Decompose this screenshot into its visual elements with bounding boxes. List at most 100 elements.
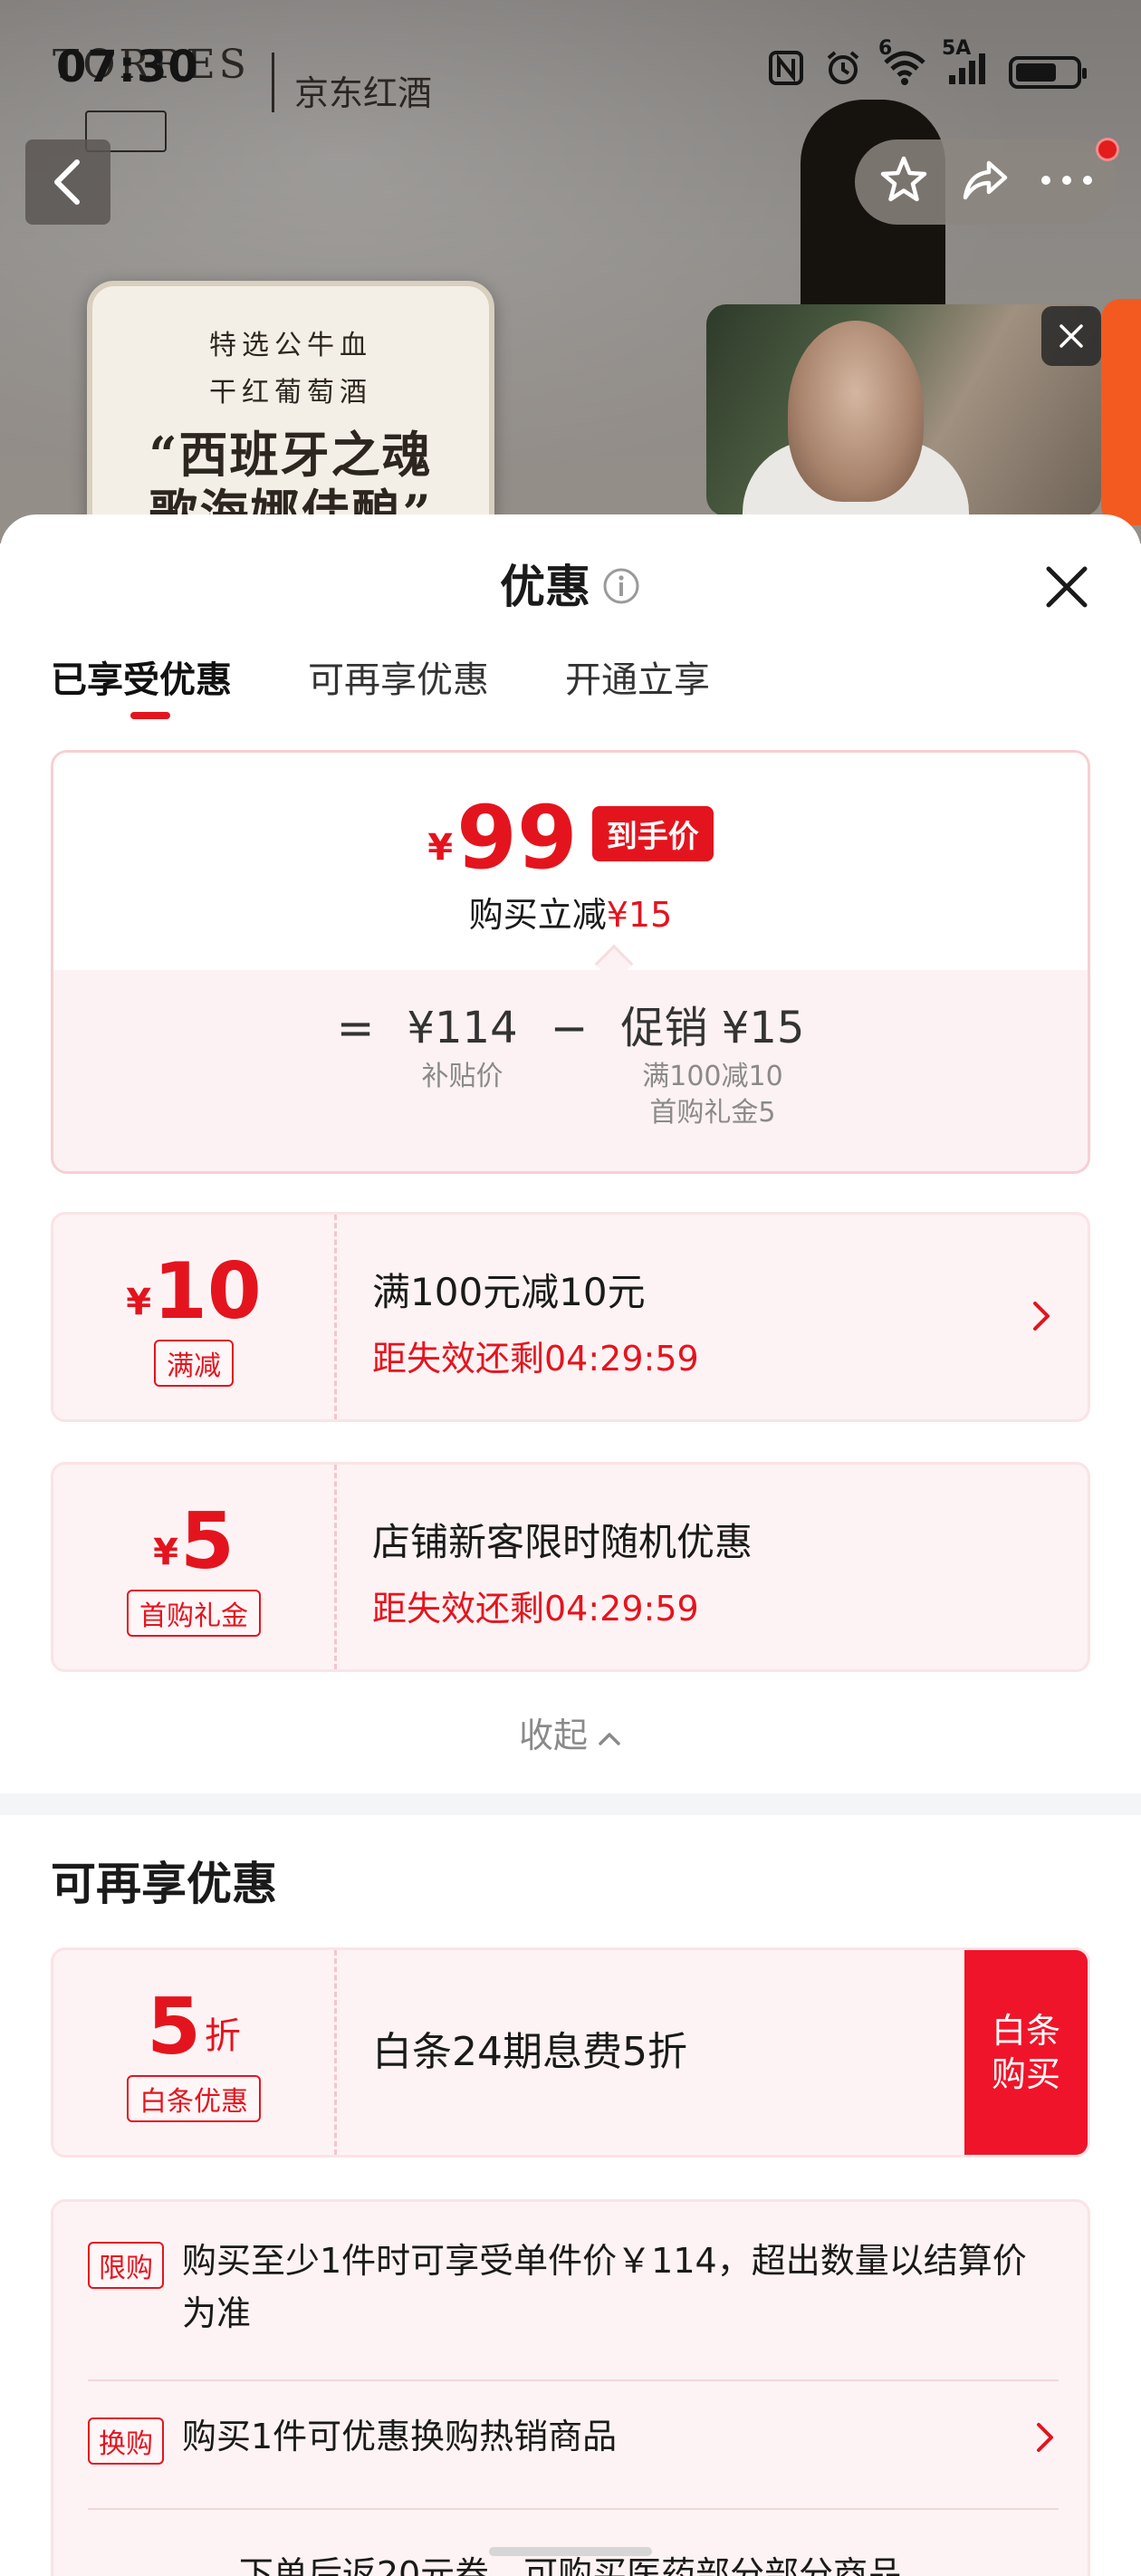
label-line-1: 特选公牛血 bbox=[209, 330, 372, 361]
coupon-title: 满100元减10元 bbox=[372, 1270, 646, 1314]
final-price: 99 bbox=[456, 787, 578, 889]
side-float-tab[interactable] bbox=[1101, 299, 1141, 525]
coupon-value-block: 5 折 白条优惠 bbox=[53, 1950, 334, 2155]
coupon-amount: ¥ 10 bbox=[53, 1251, 334, 1332]
coupon-value-block: ¥ 5 首购礼金 bbox=[53, 1465, 334, 1669]
share-icon[interactable] bbox=[958, 154, 1011, 210]
close-icon bbox=[1046, 566, 1088, 608]
rule-item-exchange[interactable]: 换购 购买1件可优惠换购热销商品 bbox=[88, 2410, 1059, 2465]
promo-column: 促销 ¥15 满100减10 首购礼金5 bbox=[621, 997, 805, 1131]
purchase-rules-box: 限购 购买至少1件时可享受单件价￥114，超出数量以结算价为准 换购 购买1件可… bbox=[51, 2199, 1090, 2576]
video-close-button[interactable] bbox=[1041, 306, 1101, 366]
close-icon bbox=[1060, 324, 1083, 348]
wifi-icon: 6 bbox=[878, 37, 927, 94]
brand-store-name: 京东红酒 bbox=[293, 73, 432, 113]
back-button[interactable] bbox=[25, 139, 110, 225]
rule-tag: 换购 bbox=[88, 2417, 164, 2465]
wifi-badge: 6 bbox=[878, 37, 893, 60]
baitiao-buy-button[interactable]: 白条购买 bbox=[964, 1950, 1088, 2155]
rule-tag: 限购 bbox=[88, 2242, 164, 2289]
coupon-amount: ¥ 5 bbox=[53, 1501, 334, 1582]
tab-more-available[interactable]: 可再享优惠 bbox=[308, 650, 489, 710]
coupon-countdown: 距失效还剩04:29:59 bbox=[372, 1589, 699, 1629]
instant-reduce-label: 购买立减 bbox=[468, 895, 607, 935]
rule-text: 购买至少1件时可享受单件价￥114，超出数量以结算价为准 bbox=[182, 2241, 1027, 2333]
signal-icon: 5A bbox=[942, 37, 989, 94]
coupon-value-block: ¥ 10 满减 bbox=[53, 1215, 334, 1419]
coupon-card-full-reduction[interactable]: ¥ 10 满减 满100元减10元 距失效还剩04:29:59 bbox=[51, 1212, 1090, 1422]
product-image-area: TORRES 京东红酒 07:30 6 5A 特选公牛血 干红葡萄酒 “西班牙之… bbox=[0, 0, 1141, 543]
promo-detail-2: 首购礼金5 bbox=[649, 1097, 776, 1129]
home-indicator[interactable] bbox=[489, 2547, 652, 2556]
sheet-title: 优惠 bbox=[500, 561, 590, 613]
instant-reduce-text: 购买立减¥15 bbox=[53, 887, 1088, 937]
chevron-right-icon[interactable] bbox=[1035, 2419, 1057, 2459]
baitiao-offer-title: 白条24期息费5折 bbox=[372, 2029, 687, 2075]
subsidy-label: 补贴价 bbox=[421, 1061, 503, 1092]
video-person-face bbox=[788, 321, 924, 502]
coupon-type-badge: 满减 bbox=[154, 1340, 234, 1387]
price-summary-card: ¥ 99 到手价 购买立减¥15 = ¥114 补贴价 − 促销 ¥15 满10… bbox=[51, 750, 1090, 1174]
status-icons: 6 5A bbox=[768, 37, 1087, 95]
coupon-countdown: 距失效还剩04:29:59 bbox=[372, 1339, 699, 1379]
rule-item-limit: 限购 购买至少1件时可享受单件价￥114，超出数量以结算价为准 bbox=[88, 2235, 1059, 2340]
promo-detail-1: 满100减10 bbox=[642, 1061, 783, 1092]
label-line-2: 干红葡萄酒 bbox=[209, 377, 372, 409]
coupon-dashed-divider bbox=[334, 1950, 337, 2155]
network-type: 5A bbox=[942, 37, 972, 60]
coupon-currency: ¥ bbox=[126, 1282, 152, 1323]
currency-symbol: ¥ bbox=[427, 827, 454, 869]
coupon-card-first-purchase[interactable]: ¥ 5 首购礼金 店铺新客限时随机优惠 距失效还剩04:29:59 bbox=[51, 1462, 1090, 1672]
coupon-amount: 5 折 bbox=[53, 1986, 334, 2068]
discount-unit: 折 bbox=[204, 2015, 241, 2057]
sheet-header: 优惠 bbox=[0, 551, 1141, 623]
rule-divider bbox=[88, 2379, 1059, 2381]
status-time: 07:30 bbox=[56, 42, 199, 92]
final-price-row: ¥ 99 到手价 bbox=[53, 794, 1088, 881]
collapse-toggle[interactable]: 收起 bbox=[0, 1710, 1141, 1761]
final-price-section: ¥ 99 到手价 购买立减¥15 bbox=[53, 753, 1088, 970]
collapse-label: 收起 bbox=[518, 1716, 588, 1755]
chevron-right-icon[interactable] bbox=[1031, 1298, 1053, 1338]
price-formula: = ¥114 补贴价 − 促销 ¥15 满100减10 首购礼金5 bbox=[53, 997, 1088, 1131]
label-line-3: “西班牙之魂 bbox=[149, 426, 433, 484]
discount-tabs: 已享受优惠 可再享优惠 开通立享 bbox=[51, 650, 710, 723]
rule-text: 购买1件可优惠换购热销商品 bbox=[182, 2417, 618, 2456]
subsidy-column: ¥114 补贴价 bbox=[407, 997, 517, 1095]
battery-icon bbox=[1009, 55, 1087, 89]
coupon-amount-value: 10 bbox=[153, 1246, 262, 1337]
favorite-star-icon[interactable] bbox=[877, 154, 930, 210]
promo-value: 促销 ¥15 bbox=[620, 1003, 805, 1053]
coupon-dashed-divider bbox=[334, 1465, 337, 1669]
chevron-left-icon bbox=[54, 159, 80, 205]
brand-divider bbox=[271, 53, 274, 112]
final-price-badge: 到手价 bbox=[591, 806, 714, 861]
coupon-dashed-divider bbox=[334, 1215, 337, 1419]
tab-enjoyed[interactable]: 已享受优惠 bbox=[51, 650, 232, 719]
coupon-currency: ¥ bbox=[153, 1532, 178, 1573]
sheet-close-button[interactable] bbox=[1041, 562, 1092, 612]
nfc-icon bbox=[768, 50, 804, 94]
chevron-up-icon bbox=[597, 1710, 622, 1761]
price-formula-section: = ¥114 补贴价 − 促销 ¥15 满100减10 首购礼金5 bbox=[53, 970, 1088, 1171]
instant-reduce-value: ¥15 bbox=[606, 895, 673, 935]
coupon-amount-value: 5 bbox=[180, 1496, 235, 1587]
subsidy-price: ¥114 bbox=[407, 1003, 518, 1053]
section-separator bbox=[0, 1793, 1141, 1815]
tab-open-now[interactable]: 开通立享 bbox=[565, 650, 710, 710]
rule-divider bbox=[88, 2508, 1059, 2510]
minus-sign: − bbox=[550, 1002, 589, 1054]
top-action-bar bbox=[855, 139, 1117, 225]
product-label-card: 特选公牛血 干红葡萄酒 “西班牙之魂 歌海娜佳酿” bbox=[87, 281, 494, 543]
discount-rate: 5 bbox=[147, 1982, 201, 2072]
more-dots-icon[interactable] bbox=[1039, 171, 1095, 193]
coupon-title: 店铺新客限时随机优惠 bbox=[372, 1520, 753, 1564]
more-offers-title: 可再享优惠 bbox=[51, 1858, 277, 1910]
baitiao-offer-card: 5 折 白条优惠 白条24期息费5折 白条购买 bbox=[51, 1947, 1090, 2158]
coupon-type-badge: 首购礼金 bbox=[127, 1590, 261, 1637]
info-icon[interactable] bbox=[601, 554, 641, 627]
coupon-type-badge: 白条优惠 bbox=[127, 2075, 261, 2122]
notification-dot bbox=[1096, 138, 1119, 161]
equals-sign: = bbox=[336, 1002, 375, 1054]
alarm-icon bbox=[824, 49, 862, 95]
